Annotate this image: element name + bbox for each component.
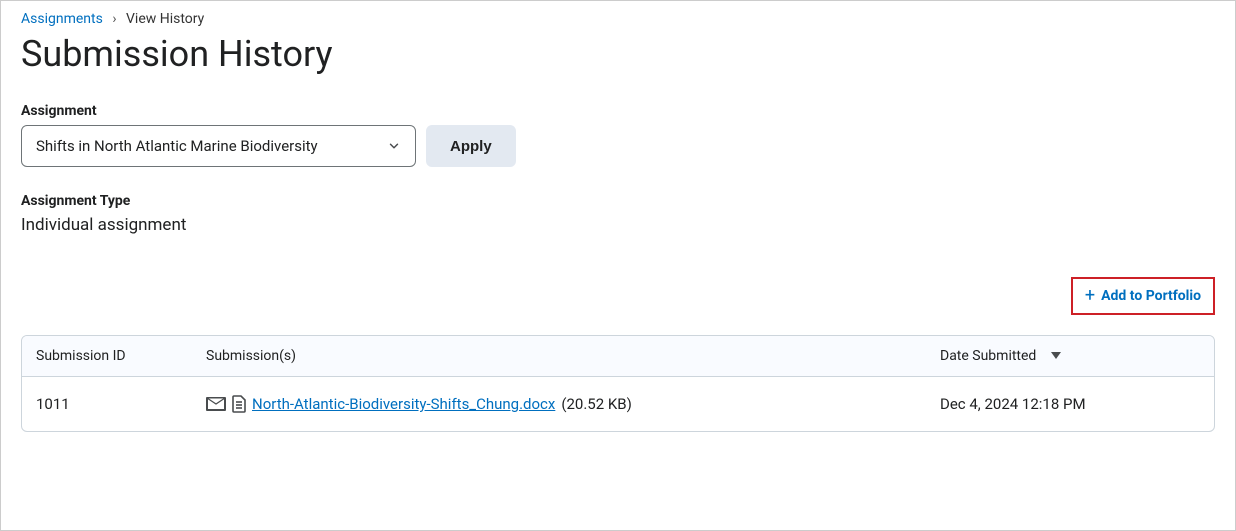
- apply-button[interactable]: Apply: [426, 125, 516, 167]
- breadcrumb: Assignments › View History: [21, 11, 1215, 27]
- file-size: (20.52 KB): [561, 395, 632, 413]
- table-header-row: Submission ID Submission(s) Date Submitt…: [22, 336, 1214, 377]
- add-to-portfolio-button[interactable]: + Add to Portfolio: [1071, 277, 1215, 315]
- breadcrumb-separator: ›: [112, 11, 116, 27]
- submissions-table: Submission ID Submission(s) Date Submitt…: [21, 335, 1215, 432]
- assignment-type-value: Individual assignment: [21, 215, 1215, 235]
- breadcrumb-current: View History: [126, 11, 204, 27]
- add-to-portfolio-label: Add to Portfolio: [1101, 288, 1201, 304]
- page-title: Submission History: [21, 33, 1215, 75]
- col-header-submissions: Submission(s): [206, 348, 940, 364]
- document-icon: [232, 395, 246, 413]
- cell-submission-file: North-Atlantic-Biodiversity-Shifts_Chung…: [206, 395, 940, 413]
- col-header-date[interactable]: Date Submitted: [940, 348, 1200, 364]
- file-link[interactable]: North-Atlantic-Biodiversity-Shifts_Chung…: [252, 395, 555, 413]
- sort-desc-icon: [1050, 348, 1062, 364]
- assignment-filter-label: Assignment: [21, 103, 1215, 119]
- assignment-type-label: Assignment Type: [21, 193, 1215, 209]
- breadcrumb-root-link[interactable]: Assignments: [21, 11, 103, 27]
- table-row: 1011 North-Atlantic-Biodiversity-Shifts_…: [22, 377, 1214, 431]
- mail-icon[interactable]: [206, 397, 226, 411]
- plus-icon: +: [1085, 287, 1095, 305]
- col-header-id: Submission ID: [36, 348, 206, 364]
- col-header-date-label: Date Submitted: [940, 348, 1036, 364]
- assignment-select-value: Shifts in North Atlantic Marine Biodiver…: [36, 137, 318, 155]
- assignment-select[interactable]: Shifts in North Atlantic Marine Biodiver…: [21, 125, 416, 167]
- cell-date-submitted: Dec 4, 2024 12:18 PM: [940, 395, 1200, 413]
- cell-submission-id: 1011: [36, 395, 206, 413]
- chevron-down-icon: [387, 139, 401, 153]
